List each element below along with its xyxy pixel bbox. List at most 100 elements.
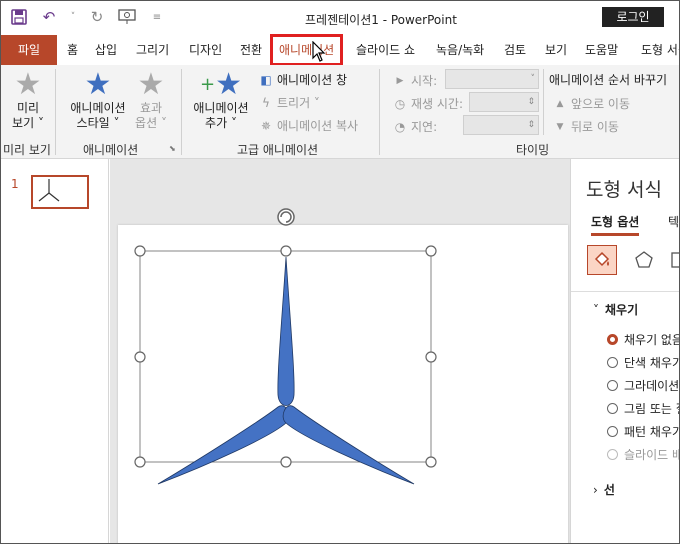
tab-draw[interactable]: 그리기 <box>136 35 169 65</box>
radio-button-icon <box>607 426 618 437</box>
tab-file[interactable]: 파일 <box>1 35 57 65</box>
three-blade-shape[interactable] <box>157 256 415 485</box>
animation-style-label-1: 애니메이션 <box>70 101 126 115</box>
move-earlier-button[interactable]: ▲ 앞으로 이동 <box>553 95 630 112</box>
preview-button[interactable]: ★ 미리 보기 ˅ <box>7 69 49 131</box>
tab-home[interactable]: 홈 <box>67 35 78 65</box>
effect-options-button[interactable]: ★ 효과 옵션 ˅ <box>133 69 169 131</box>
group-label-timing: 타이밍 <box>516 143 550 157</box>
start-select[interactable]: ˅ <box>445 69 539 89</box>
tab-shape-format[interactable]: 도형 서식 <box>641 35 679 65</box>
radio-gradient-fill[interactable]: 그라데이션 채우기 <box>607 377 680 394</box>
radio-label: 슬라이드 배경 채우기 <box>624 448 679 462</box>
group-separator <box>543 69 544 135</box>
add-animation-button[interactable]: +★ 애니메이션 추가 ˅ <box>189 69 253 131</box>
animation-pane-label: 애니메이션 창 <box>277 73 348 87</box>
chevron-down-icon[interactable]: ˅ <box>69 7 77 27</box>
arrow-down-icon: ▼ <box>556 121 564 132</box>
move-later-button[interactable]: ▼ 뒤로 이동 <box>553 118 619 135</box>
powerpoint-window: ↶ ˅ ↻ ≡ 프레젠테이션1 - PowerPoint 로그인 파일 홈 삽입… <box>0 0 680 544</box>
duration-input[interactable]: ⇕ <box>469 92 539 112</box>
radio-label: 그림 또는 질감 채우기 <box>624 402 679 416</box>
radio-label: 단색 채우기 <box>624 356 680 370</box>
rotate-handle-icon[interactable] <box>277 208 295 226</box>
star-icon-gray: ★ <box>137 67 165 102</box>
tab-transitions[interactable]: 전환 <box>240 35 262 65</box>
fill-line-icon[interactable] <box>587 245 617 275</box>
ribbon-tabs: 파일 홈 삽입 그리기 디자인 전환 애니메이션 슬라이드 쇼 녹음/녹화 검토… <box>1 34 679 66</box>
tab-review[interactable]: 검토 <box>504 35 526 65</box>
add-animation-label-1: 애니메이션 <box>193 101 249 115</box>
chevron-right-icon: › <box>593 483 598 497</box>
radio-slide-background-fill[interactable]: 슬라이드 배경 채우기 <box>607 446 679 463</box>
animation-pane-icon: ◧ <box>260 72 272 87</box>
animation-style-button[interactable]: ★ 애니메이션 스타일 ˅ <box>65 69 131 131</box>
star-play-icon: ★ <box>14 67 42 102</box>
animation-painter-icon: ✵ <box>260 118 272 133</box>
radio-picture-fill[interactable]: 그림 또는 질감 채우기 <box>607 400 679 417</box>
effect-options-label-1: 효과 <box>139 101 163 115</box>
radio-no-fill[interactable]: 채우기 없음 <box>607 331 679 348</box>
spinner-icon: ⇕ <box>527 120 535 130</box>
tab-record[interactable]: 녹음/녹화 <box>436 35 484 65</box>
star-icon: ★ <box>84 67 112 102</box>
radio-label: 패턴 채우기 <box>624 425 680 439</box>
pane-divider <box>571 291 679 292</box>
selected-shape[interactable] <box>110 159 570 544</box>
trigger-label: 트리거 ˅ <box>277 96 320 110</box>
tab-animations[interactable]: 애니메이션 <box>269 34 344 66</box>
radio-button-icon <box>607 403 618 414</box>
add-star-icon: +★ <box>200 67 242 102</box>
duration-label: ◷ 재생 시간: <box>393 95 463 112</box>
preview-label-1: 미리 <box>16 101 40 115</box>
line-section-header[interactable]: › 선 <box>593 481 615 498</box>
animation-painter-button[interactable]: ✵ 애니메이션 복사 <box>259 117 358 134</box>
ribbon-animations: ★ 미리 보기 ˅ 미리 보기 ★ 애니메이션 스타일 ˅ ★ 효과 옵션 ˅ … <box>1 65 679 159</box>
preview-label-2: 보기 ˅ <box>12 116 44 130</box>
title-bar: ↶ ˅ ↻ ≡ 프레젠테이션1 - PowerPoint 로그인 <box>1 1 679 35</box>
tab-design[interactable]: 디자인 <box>189 35 222 65</box>
tab-help[interactable]: 도움말 <box>585 35 618 65</box>
radio-button-icon <box>607 334 618 345</box>
radio-solid-fill[interactable]: 단색 채우기 <box>607 354 680 371</box>
fill-section-label: 채우기 <box>605 303 639 317</box>
add-animation-label-2: 추가 ˅ <box>205 116 237 130</box>
trigger-button[interactable]: ϟ 트리거 ˅ <box>259 94 320 111</box>
animation-pane-button[interactable]: ◧ 애니메이션 창 <box>259 71 347 88</box>
login-button[interactable]: 로그인 <box>602 7 664 27</box>
customize-icon[interactable]: ≡ <box>147 7 167 27</box>
start-label-text: 시작: <box>411 74 438 88</box>
delay-label: ◔ 지연: <box>393 118 437 135</box>
undo-icon[interactable]: ↶ <box>39 7 59 27</box>
radio-label: 그라데이션 채우기 <box>624 379 680 393</box>
arrow-up-icon: ▲ <box>556 98 564 109</box>
slide-thumbnail[interactable] <box>31 175 89 209</box>
delay-input[interactable]: ⇕ <box>463 115 539 135</box>
dialog-launcher-icon[interactable]: ⬊ <box>169 144 176 153</box>
radio-button-icon <box>607 449 618 460</box>
play-icon: ▶ <box>396 75 404 86</box>
group-separator <box>55 69 56 155</box>
radio-pattern-fill[interactable]: 패턴 채우기 <box>607 423 680 440</box>
thumbnail-shape-icon <box>38 179 60 202</box>
present-icon[interactable] <box>117 7 137 27</box>
size-properties-icon[interactable] <box>669 245 679 275</box>
tab-slideshow[interactable]: 슬라이드 쇼 <box>356 35 415 65</box>
effect-options-label-2: 옵션 ˅ <box>135 116 167 130</box>
save-icon[interactable] <box>9 7 29 27</box>
animation-style-label-2: 스타일 ˅ <box>76 116 120 130</box>
tab-view[interactable]: 보기 <box>545 35 567 65</box>
lightning-icon: ϟ <box>262 95 270 110</box>
move-later-label: 뒤로 이동 <box>571 120 619 134</box>
redo-icon[interactable]: ↻ <box>87 7 107 27</box>
tab-insert[interactable]: 삽입 <box>95 35 117 65</box>
line-section-label: 선 <box>603 483 615 497</box>
effects-pentagon-icon[interactable] <box>629 245 659 275</box>
tab-text-options[interactable]: 텍 <box>668 213 679 230</box>
start-label: ▶ 시작: <box>393 72 438 89</box>
move-earlier-label: 앞으로 이동 <box>571 97 631 111</box>
format-shape-pane: 도형 서식 도형 옵션 텍 ˅ 채우기 채우기 없음 단색 채우기 그라데이션 채… <box>570 159 680 543</box>
fill-section-header[interactable]: ˅ 채우기 <box>593 301 638 318</box>
tab-shape-options[interactable]: 도형 옵션 <box>591 213 640 236</box>
group-separator <box>379 69 380 155</box>
